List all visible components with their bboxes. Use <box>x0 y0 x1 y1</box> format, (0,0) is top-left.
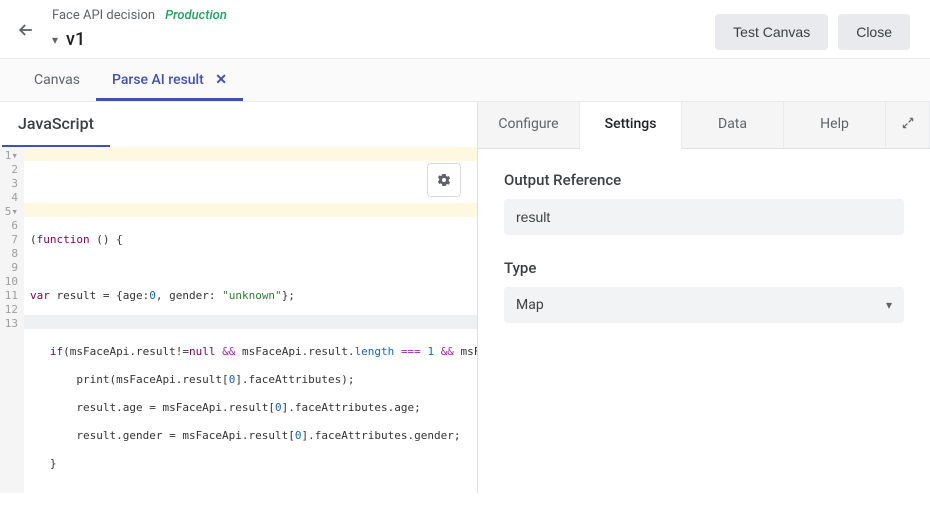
output-ref-label: Output Reference <box>504 171 904 189</box>
header-actions: Test Canvas Close <box>715 14 910 50</box>
tab-help[interactable]: Help <box>784 102 886 148</box>
back-arrow-icon[interactable] <box>16 20 36 46</box>
tab-settings[interactable]: Settings <box>580 102 682 149</box>
type-select[interactable]: Map <box>504 287 904 323</box>
breadcrumb: Face API decision Production <box>52 8 715 23</box>
version-selector[interactable]: ▾ v1 <box>52 29 715 50</box>
type-label: Type <box>504 259 904 277</box>
close-button[interactable]: Close <box>838 14 910 50</box>
settings-body: Output Reference Type Map ▾ <box>478 149 930 345</box>
version-label: v1 <box>66 29 85 50</box>
subheader-tabs: Canvas Parse AI result ✕ <box>0 58 930 102</box>
header-main: Face API decision Production ▾ v1 <box>52 8 715 50</box>
right-tabs: Configure Settings Data Help <box>478 102 930 149</box>
code-area[interactable]: (function () { var result = {age:0, gend… <box>24 147 477 493</box>
tab-canvas[interactable]: Canvas <box>18 60 96 100</box>
close-tab-icon[interactable]: ✕ <box>215 72 227 88</box>
output-ref-input[interactable] <box>504 199 904 235</box>
env-badge: Production <box>165 8 227 23</box>
page-title: Face API decision <box>52 8 155 23</box>
tab-data[interactable]: Data <box>682 102 784 148</box>
collapse-panel-button[interactable] <box>886 102 930 148</box>
settings-gear-button[interactable] <box>427 163 461 197</box>
code-editor[interactable]: 1▾2345▾678910111213 (function () { var r… <box>0 147 477 493</box>
header: Face API decision Production ▾ v1 Test C… <box>0 0 930 58</box>
type-select-wrap: Map ▾ <box>504 287 904 323</box>
tab-parse-ai-result[interactable]: Parse AI result ✕ <box>96 60 243 100</box>
test-canvas-button[interactable]: Test Canvas <box>715 14 828 50</box>
tab-configure[interactable]: Configure <box>478 102 580 148</box>
tab-label: Parse AI result <box>112 72 204 88</box>
code-panel: JavaScript 1▾2345▾678910111213 (function… <box>0 102 478 493</box>
chevron-down-icon: ▾ <box>52 33 58 47</box>
main: JavaScript 1▾2345▾678910111213 (function… <box>0 102 930 493</box>
line-gutter: 1▾2345▾678910111213 <box>0 147 24 493</box>
language-tab[interactable]: JavaScript <box>2 102 110 147</box>
properties-panel: Configure Settings Data Help Output Refe… <box>478 102 930 493</box>
